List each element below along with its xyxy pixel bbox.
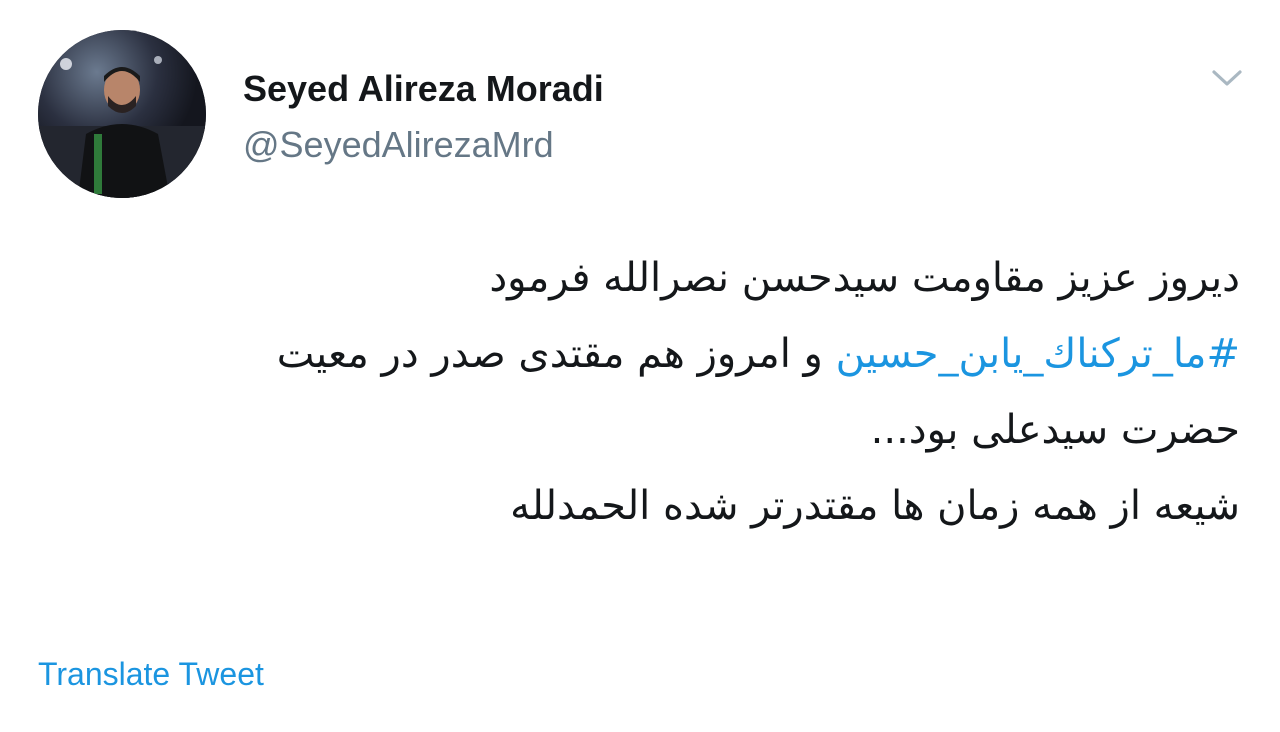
tweet-line-4: شیعه از همه زمان ها مقتدرتر شده الحمدلله xyxy=(510,483,1240,529)
tweet-line-1: دیروز عزیز مقاومت سیدحسن نصرالله فرمود xyxy=(489,255,1240,301)
chevron-down-icon[interactable] xyxy=(1206,60,1248,94)
avatar[interactable] xyxy=(38,30,206,198)
tweet-line-3: حضرت سیدعلی بود... xyxy=(870,407,1240,453)
author-handle[interactable]: @SeyedAlirezaMrd xyxy=(243,122,554,168)
hashtag-link[interactable]: #ما_ترکناك_یابن_حسین xyxy=(836,331,1240,377)
tweet-card: Seyed Alireza Moradi @SeyedAlirezaMrd دی… xyxy=(0,0,1280,732)
tweet-line-2: #ما_ترکناك_یابن_حسین و امروز هم مقتدی صد… xyxy=(60,316,1240,392)
translate-tweet-link[interactable]: Translate Tweet xyxy=(38,653,264,695)
author-name[interactable]: Seyed Alireza Moradi xyxy=(243,66,604,112)
tweet-line-2-text: و امروز هم مقتدی صدر در معیت xyxy=(276,331,836,377)
avatar-photo xyxy=(38,30,206,198)
tweet-text: دیروز عزیز مقاومت سیدحسن نصرالله فرمود #… xyxy=(60,240,1240,544)
